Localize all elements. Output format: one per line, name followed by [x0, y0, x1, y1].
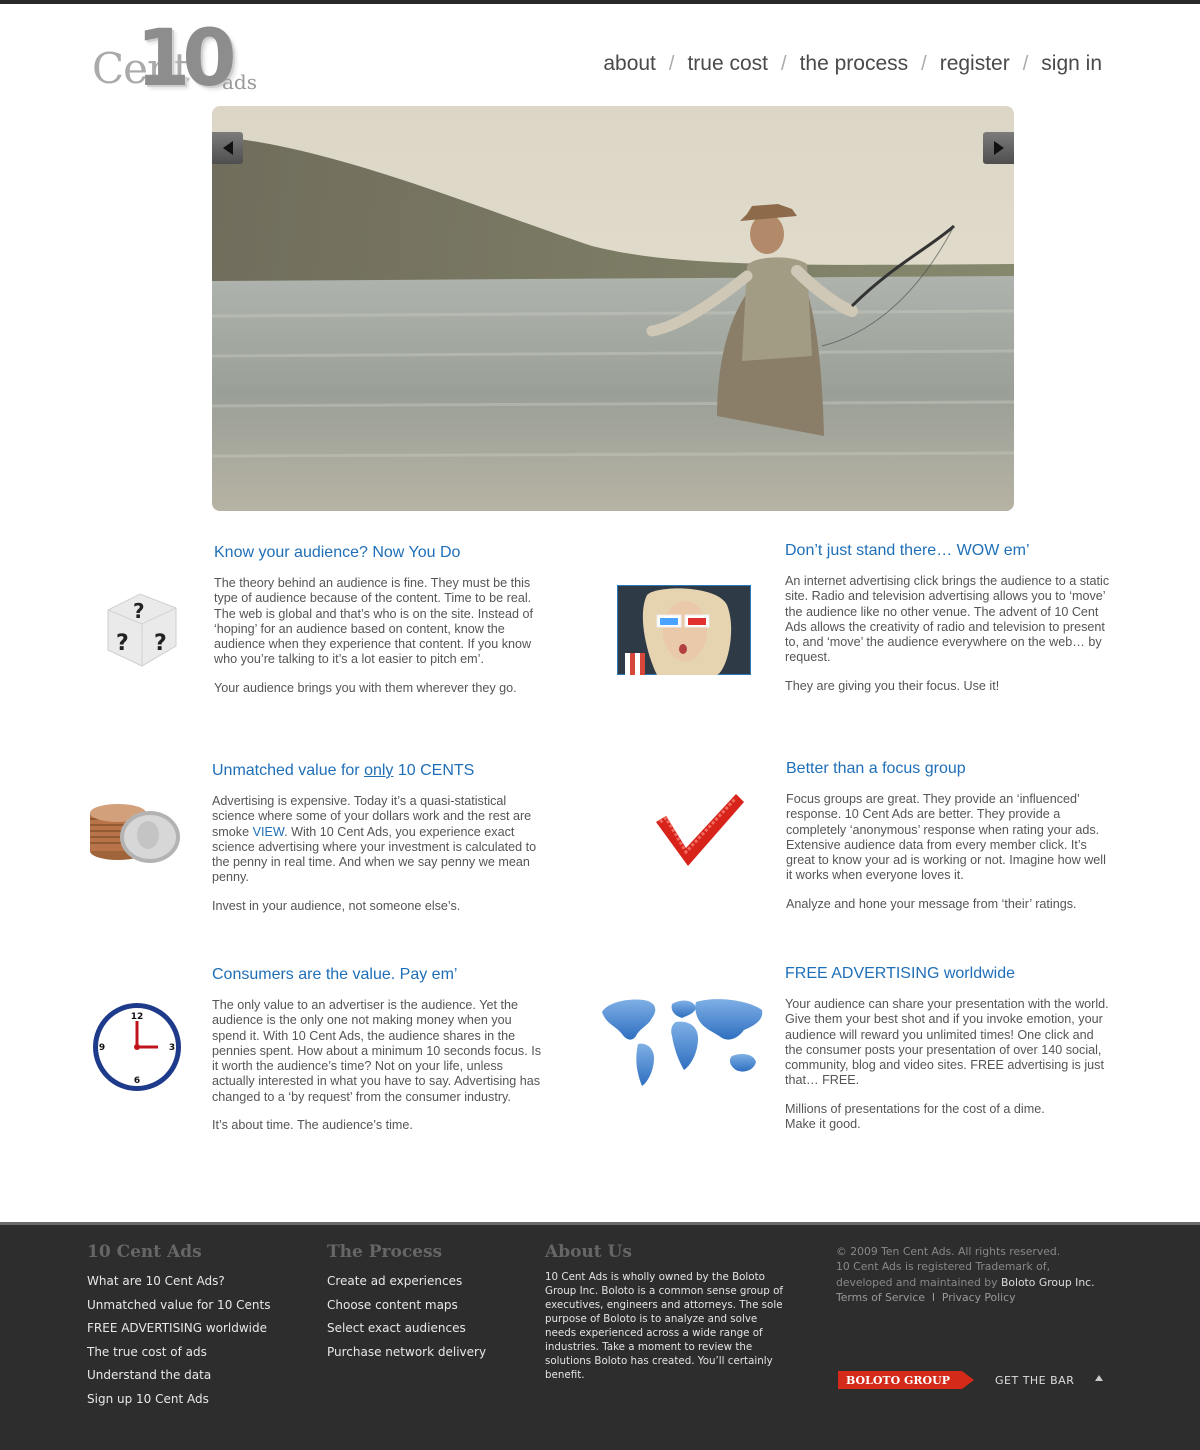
title-post: 10 CENTS: [393, 762, 475, 779]
footer-col-10-cent-ads: 10 Cent Ads What are 10 Cent Ads? Unmatc…: [87, 1242, 270, 1411]
feature-body: Focus groups are great. They provide an …: [786, 792, 1106, 883]
nav-about[interactable]: about: [603, 52, 656, 76]
hero-prev-button[interactable]: [212, 132, 243, 164]
footer-col-title: The Process: [327, 1242, 443, 1262]
footer-link[interactable]: FREE ADVERTISING worldwide: [87, 1317, 270, 1341]
footer-link[interactable]: Unmatched value for 10 Cents: [87, 1294, 270, 1318]
3d-glasses-woman-photo: [617, 585, 751, 675]
footer-link[interactable]: Sign up 10 Cent Ads: [87, 1388, 270, 1412]
feature-tagline: Millions of presentations for the cost o…: [785, 1102, 1111, 1133]
trademark-text: 10 Cent Ads is registered Trademark of,: [836, 1260, 1051, 1274]
footer-link[interactable]: The true cost of ads: [87, 1341, 270, 1365]
footer-top-border: [0, 1222, 1200, 1225]
svg-text:?: ?: [116, 631, 129, 656]
clock-12: 12: [131, 1012, 144, 1022]
boloto-group-badge[interactable]: BOLOTO GROUP: [838, 1371, 974, 1389]
feature-body: Your audience can share your presentatio…: [785, 997, 1109, 1088]
about-us-text: 10 Cent Ads is wholly owned by the Bolot…: [545, 1271, 784, 1381]
footer-col-title: 10 Cent Ads: [87, 1242, 202, 1262]
clock-3: 3: [169, 1043, 175, 1053]
nav-separator: /: [1022, 52, 1029, 75]
boloto-badge-text: BOLOTO GROUP: [846, 1374, 950, 1387]
hero-slideshow: [212, 106, 1014, 511]
feature-free: FREE ADVERTISING worldwide Your audience…: [785, 965, 1111, 1145]
view-link[interactable]: VIEW: [253, 825, 285, 839]
feature-title: FREE ADVERTISING worldwide: [785, 965, 1015, 982]
developer-pre: developed and maintained by: [836, 1275, 1001, 1289]
feature-tagline: Analyze and hone your message from ‘thei…: [786, 896, 1077, 911]
world-map-icon: [602, 999, 763, 1086]
nav-true-cost[interactable]: true cost: [687, 52, 768, 76]
feature-focus: Better than a focus group Focus groups a…: [786, 760, 1112, 925]
tagline-line-1: Millions of presentations for the cost o…: [785, 1101, 1045, 1116]
logo-ads-text: ads: [222, 70, 257, 94]
hero-fisherman-photo: [212, 106, 1014, 511]
developer-text: developed and maintained by Boloto Group…: [836, 1275, 1095, 1290]
feature-tagline: It’s about time. The audience’s time.: [212, 1118, 413, 1133]
footer-col-about-us: About Us 10 Cent Ads is wholly owned by …: [545, 1242, 790, 1382]
feature-body: An internet advertising click brings the…: [785, 574, 1110, 665]
feature-audience: Know your audience? Now You Do The theor…: [214, 544, 540, 709]
svg-text:?: ?: [154, 631, 167, 656]
feature-title: Consumers are the value. Pay em’: [212, 966, 458, 983]
footer-link[interactable]: What are 10 Cent Ads?: [87, 1270, 270, 1294]
clock-icon: 12 3 6 9: [93, 1003, 181, 1091]
hero-next-button[interactable]: [983, 132, 1014, 164]
privacy-policy-link[interactable]: Privacy Policy: [942, 1291, 1016, 1304]
triangle-right-icon: [993, 141, 1004, 155]
nav-the-process[interactable]: the process: [800, 52, 909, 76]
developer-company: Boloto Group Inc.: [1000, 1275, 1095, 1289]
feature-title: Unmatched value for only 10 CENTS: [212, 762, 540, 780]
get-the-bar-link[interactable]: GET THE BAR: [995, 1374, 1074, 1387]
feature-tagline: Invest in your audience, not someone els…: [212, 898, 461, 913]
nav-sign-in[interactable]: sign in: [1041, 52, 1102, 76]
nav-register[interactable]: register: [940, 52, 1010, 76]
copyright-text: © 2009 Ten Cent Ads. All rights reserved…: [836, 1245, 1061, 1258]
footer-link[interactable]: Select exact audiences: [327, 1317, 486, 1341]
footer-link[interactable]: Choose content maps: [327, 1294, 486, 1318]
top-border: [0, 0, 1200, 4]
tagline-line-2: Make it good.: [785, 1117, 861, 1132]
feature-title: Better than a focus group: [786, 760, 966, 777]
caret-up-icon[interactable]: [1095, 1375, 1103, 1381]
footer-link[interactable]: Purchase network delivery: [327, 1341, 486, 1365]
site-logo[interactable]: Cent 10 ads: [92, 14, 262, 104]
footer-col-title: About Us: [545, 1242, 632, 1262]
nav-separator: /: [668, 52, 675, 75]
clock-9: 9: [99, 1043, 105, 1053]
nav-separator: /: [921, 52, 927, 75]
feature-value: Unmatched value for only 10 CENTS Advert…: [212, 762, 540, 927]
nav-separator: /: [781, 52, 787, 75]
red-checkmark-icon: [656, 794, 744, 866]
footer-col-the-process: The Process Create ad experiences Choose…: [327, 1242, 486, 1364]
title-only: only: [364, 762, 394, 779]
coin-stack-icon: [90, 804, 180, 863]
main-nav: about / true cost / the process / regist…: [603, 52, 1102, 76]
site-footer: 10 Cent Ads What are 10 Cent Ads? Unmatc…: [0, 1222, 1200, 1450]
feature-body: The only value to an advertiser is the a…: [212, 998, 542, 1104]
question-dice-icon: ? ? ?: [107, 593, 177, 667]
triangle-left-icon: [222, 141, 233, 155]
feature-body: The theory behind an audience is fine. T…: [214, 576, 534, 667]
clock-6: 6: [134, 1076, 140, 1086]
feature-tagline: Your audience brings you with them where…: [214, 680, 517, 695]
footer-link[interactable]: Understand the data: [87, 1364, 270, 1388]
legal-divider: I: [931, 1290, 936, 1304]
title-pre: Unmatched value for: [212, 762, 365, 779]
svg-text:?: ?: [133, 599, 145, 623]
feature-wow: Don’t just stand there… WOW em’ An inter…: [785, 542, 1111, 707]
logo-ten-text: 10: [136, 14, 237, 104]
footer-legal: © 2009 Ten Cent Ads. All rights reserved…: [836, 1244, 1095, 1305]
legal-links: Terms of Service I Privacy Policy: [836, 1290, 1095, 1305]
footer-link[interactable]: Create ad experiences: [327, 1270, 486, 1294]
feature-tagline: They are giving you their focus. Use it!: [785, 678, 1000, 693]
feature-title: Know your audience? Now You Do: [214, 544, 461, 561]
terms-of-service-link[interactable]: Terms of Service: [836, 1291, 925, 1304]
feature-title: Don’t just stand there… WOW em’: [785, 542, 1030, 559]
feature-body: Advertising is expensive. Today it’s a q…: [212, 794, 540, 886]
feature-consumers: Consumers are the value. Pay em’ The onl…: [212, 966, 542, 1146]
